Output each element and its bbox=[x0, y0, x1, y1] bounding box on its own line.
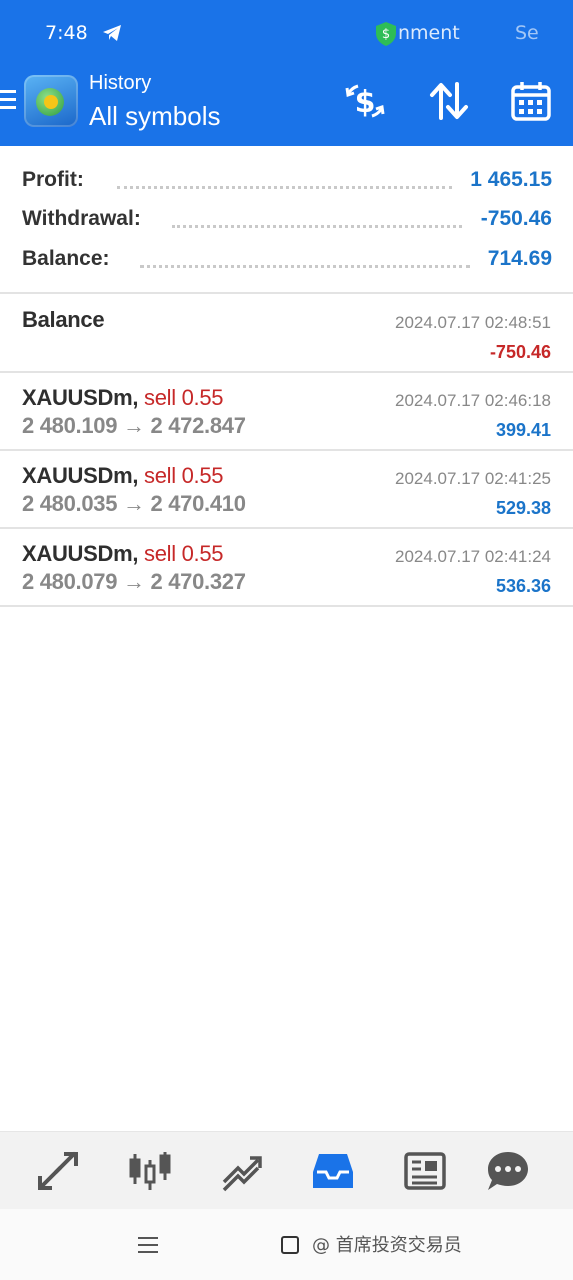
deal-prices: 2 480.079 → 2 470.327 bbox=[22, 569, 246, 594]
deal-symbol: XAUUSDm, sell 0.55 bbox=[22, 463, 224, 488]
page-subtitle: History bbox=[89, 72, 152, 94]
deal-symbol-name: Balance bbox=[22, 307, 105, 332]
recent-apps-icon[interactable] bbox=[137, 1234, 159, 1256]
deal-symbol-name: XAUUSDm bbox=[22, 463, 133, 488]
menu-icon[interactable] bbox=[0, 90, 18, 112]
dot-leader bbox=[172, 225, 462, 228]
sort-icon[interactable] bbox=[428, 80, 470, 122]
deal-symbol: XAUUSDm, sell 0.55 bbox=[22, 385, 224, 410]
deal-amount: 399.41 bbox=[495, 420, 551, 440]
deal-time: 2024.07.17 02:48:51 bbox=[395, 313, 551, 332]
withdrawal-row: Withdrawal: -750.46 bbox=[22, 207, 552, 237]
deal-amount: 529.38 bbox=[495, 498, 551, 518]
home-button[interactable] bbox=[281, 1236, 299, 1254]
trade-icon[interactable] bbox=[220, 1150, 264, 1192]
history-summary: Profit: 1 465.15 Withdrawal: -750.46 Bal… bbox=[0, 146, 573, 294]
svg-text:$: $ bbox=[382, 27, 390, 42]
news-icon[interactable] bbox=[403, 1150, 447, 1192]
deal-prices: 2 480.035 → 2 470.410 bbox=[22, 491, 246, 516]
status-right-text: Se bbox=[515, 22, 539, 44]
deal-row[interactable]: XAUUSDm, sell 0.55 2 480.109 → 2 472.847… bbox=[0, 373, 573, 451]
status-notification: nment bbox=[398, 22, 460, 44]
balance-row: Balance: 714.69 bbox=[22, 247, 552, 277]
deal-side: sell 0.55 bbox=[144, 385, 224, 410]
deal-symbol: XAUUSDm, sell 0.55 bbox=[22, 541, 224, 566]
deal-symbol-name: XAUUSDm bbox=[22, 541, 133, 566]
deal-side: sell 0.55 bbox=[144, 463, 224, 488]
system-nav-bar: @ 首席投资交易员 bbox=[0, 1209, 573, 1280]
page-title[interactable]: All symbols bbox=[89, 101, 220, 132]
deal-row-balance[interactable]: Balance 2024.07.17 02:48:51 -750.46 bbox=[0, 295, 573, 373]
withdrawal-value: -750.46 bbox=[480, 207, 552, 230]
withdrawal-label: Withdrawal: bbox=[22, 207, 141, 230]
deal-side: sell 0.55 bbox=[144, 541, 224, 566]
watermark-text: @ 首席投资交易员 bbox=[312, 1235, 462, 1256]
deal-time: 2024.07.17 02:41:25 bbox=[395, 469, 551, 488]
chat-icon[interactable] bbox=[486, 1150, 530, 1192]
telegram-icon bbox=[103, 25, 121, 41]
profit-value: 1 465.15 bbox=[470, 168, 552, 191]
dot-leader bbox=[140, 265, 470, 268]
deal-prices: 2 480.109 → 2 472.847 bbox=[22, 413, 246, 438]
quotes-icon[interactable] bbox=[36, 1150, 80, 1192]
calendar-icon[interactable] bbox=[510, 80, 552, 122]
deal-amount: 536.36 bbox=[495, 576, 551, 596]
deal-time: 2024.07.17 02:46:18 bbox=[395, 391, 551, 410]
deal-row[interactable]: XAUUSDm, sell 0.55 2 480.079 → 2 470.327… bbox=[0, 529, 573, 607]
chart-icon[interactable] bbox=[128, 1150, 172, 1192]
deposit-withdraw-icon[interactable]: $ bbox=[344, 80, 386, 122]
balance-label: Balance: bbox=[22, 247, 110, 270]
profit-label: Profit: bbox=[22, 168, 84, 191]
deal-row[interactable]: XAUUSDm, sell 0.55 2 480.035 → 2 470.410… bbox=[0, 451, 573, 529]
bottom-nav bbox=[0, 1131, 573, 1209]
balance-value: 714.69 bbox=[487, 247, 552, 270]
deal-time: 2024.07.17 02:41:24 bbox=[395, 547, 551, 566]
deal-symbol: Balance bbox=[22, 307, 105, 333]
app-header: 7:48 $ nment Se History All symbols $ bbox=[0, 0, 573, 146]
profit-row: Profit: 1 465.15 bbox=[22, 168, 552, 198]
app-logo bbox=[24, 75, 78, 127]
shield-dollar-icon: $ bbox=[376, 22, 396, 46]
deal-symbol-name: XAUUSDm bbox=[22, 385, 133, 410]
status-time: 7:48 bbox=[45, 22, 88, 44]
deal-amount: -750.46 bbox=[489, 342, 551, 362]
history-icon[interactable] bbox=[311, 1150, 355, 1192]
dot-leader bbox=[117, 186, 452, 189]
